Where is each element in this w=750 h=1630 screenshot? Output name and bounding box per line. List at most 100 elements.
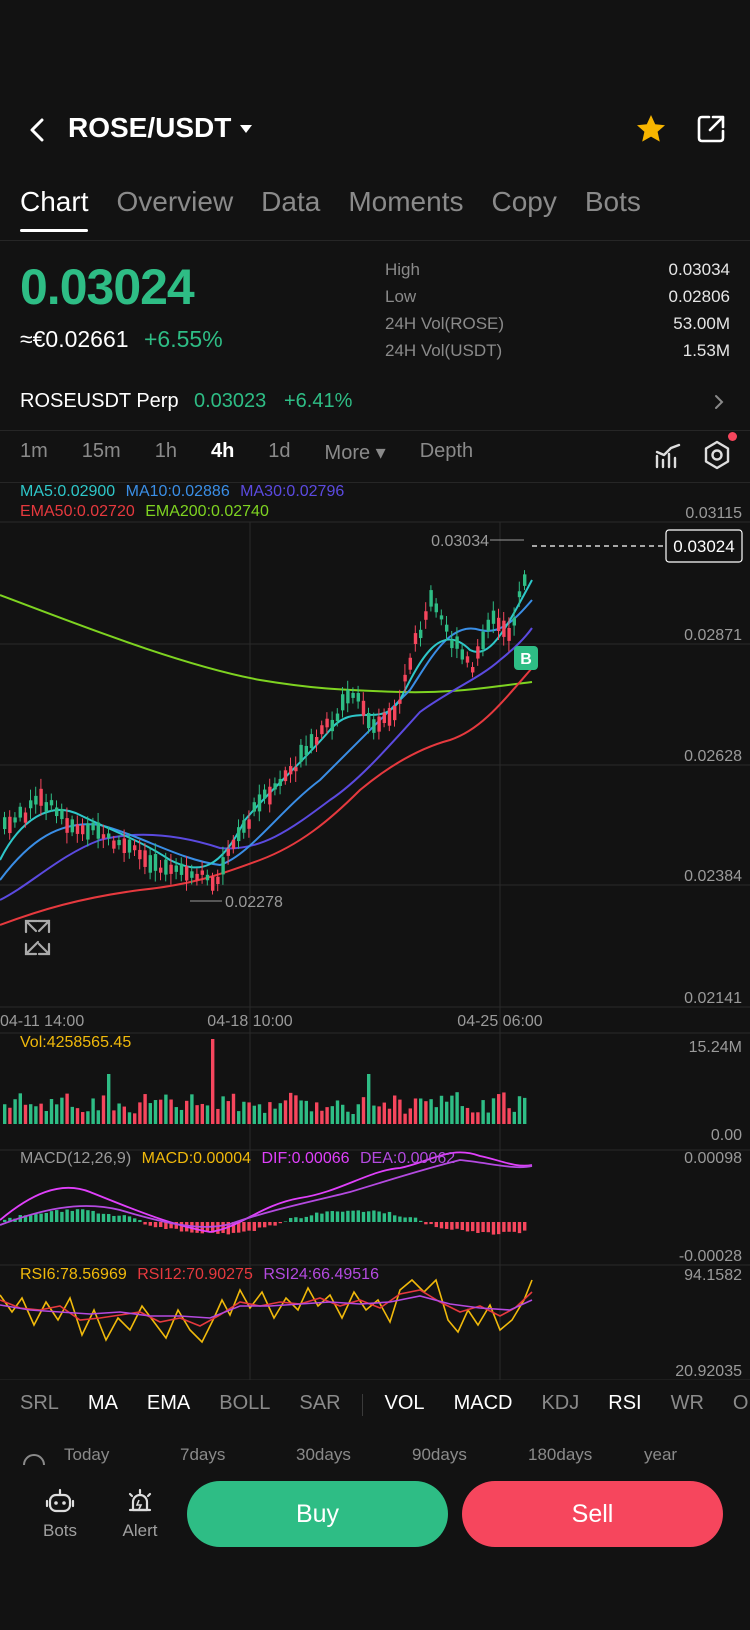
tab-overview[interactable]: Overview bbox=[116, 186, 233, 236]
volume-bar bbox=[174, 1107, 178, 1124]
rsi24-value: RSI24:66.49516 bbox=[263, 1266, 379, 1283]
alert-button[interactable]: Alert bbox=[114, 1488, 166, 1541]
ind-tab-separator bbox=[361, 1394, 363, 1416]
ind-tab-kdj[interactable]: KDJ bbox=[541, 1392, 579, 1426]
macd-bar bbox=[382, 1213, 386, 1222]
indicator-tabs: SRL MA EMA BOLL SAR VOL MACD KDJ RSI WR … bbox=[20, 1392, 750, 1426]
volume-bar bbox=[268, 1102, 272, 1124]
candle-body bbox=[65, 818, 69, 833]
tab-data[interactable]: Data bbox=[261, 186, 320, 236]
range-today[interactable]: Today bbox=[64, 1445, 109, 1465]
range-180days[interactable]: 180days bbox=[528, 1445, 592, 1465]
buy-button[interactable]: Buy bbox=[187, 1481, 448, 1547]
tab-copy[interactable]: Copy bbox=[491, 186, 556, 236]
stat-label: Low bbox=[385, 287, 417, 306]
macd-bar bbox=[403, 1217, 407, 1222]
volume-bar bbox=[419, 1098, 423, 1124]
volume-bar bbox=[465, 1107, 470, 1124]
ind-tab-ema[interactable]: EMA bbox=[147, 1392, 190, 1426]
current-price-tag-label: 0.03024 bbox=[673, 537, 734, 556]
share-icon[interactable] bbox=[694, 112, 728, 146]
candle-body bbox=[289, 766, 293, 775]
volume-bar bbox=[247, 1102, 251, 1124]
macd-bar bbox=[107, 1214, 111, 1222]
ind-tab-srl[interactable]: SRL bbox=[20, 1392, 59, 1426]
depth-tab[interactable]: Depth bbox=[420, 440, 473, 480]
interval-more[interactable]: More ▾ bbox=[325, 440, 386, 480]
volume-bar bbox=[351, 1113, 355, 1124]
stat-row-vol-rose: 24H Vol(ROSE) 53.00M bbox=[385, 314, 730, 341]
chart-settings-icon[interactable] bbox=[702, 440, 732, 470]
macd-bar bbox=[465, 1222, 470, 1232]
y-tick: 0.02628 bbox=[684, 748, 742, 765]
volume-bar bbox=[49, 1099, 54, 1124]
candle-body bbox=[247, 819, 251, 829]
volume-bar bbox=[13, 1099, 17, 1124]
macd-bar bbox=[3, 1219, 7, 1222]
ind-tab-wr[interactable]: WR bbox=[671, 1392, 704, 1426]
interval-1m[interactable]: 1m bbox=[20, 440, 48, 480]
ind-tab-ob[interactable]: OB bbox=[733, 1392, 750, 1426]
price-chart[interactable]: 0.03115 0.02871 0.02628 0.02384 0.02141 … bbox=[0, 480, 750, 1380]
tab-moments[interactable]: Moments bbox=[348, 186, 463, 236]
interval-1h[interactable]: 1h bbox=[155, 440, 177, 480]
pair-title[interactable]: ROSE/USDT bbox=[68, 112, 231, 144]
stat-row-vol-usdt: 24H Vol(USDT) 1.53M bbox=[385, 341, 730, 368]
macd-bar bbox=[153, 1222, 158, 1228]
favorite-star-icon[interactable] bbox=[634, 112, 668, 146]
volume-bar bbox=[372, 1105, 376, 1124]
ind-tab-ma[interactable]: MA bbox=[88, 1392, 118, 1426]
perp-divider bbox=[0, 430, 750, 431]
candle-body bbox=[398, 699, 402, 704]
caret-down-icon[interactable] bbox=[238, 122, 254, 136]
volume-bar bbox=[8, 1107, 12, 1124]
macd-bar bbox=[55, 1210, 59, 1222]
tab-chart[interactable]: Chart bbox=[20, 186, 89, 236]
ind-tab-rsi[interactable]: RSI bbox=[608, 1392, 641, 1426]
indicator-chart-icon[interactable] bbox=[654, 442, 682, 470]
volume-bar bbox=[75, 1108, 80, 1124]
macd-bar bbox=[377, 1211, 381, 1222]
range-7days[interactable]: 7days bbox=[180, 1445, 225, 1465]
volume-bar bbox=[476, 1112, 480, 1124]
fullscreen-expand-icon[interactable] bbox=[24, 919, 51, 956]
bots-button[interactable]: Bots bbox=[34, 1488, 86, 1541]
volume-bar bbox=[200, 1103, 204, 1124]
interval-1d[interactable]: 1d bbox=[268, 440, 290, 480]
ind-tab-boll[interactable]: BOLL bbox=[219, 1392, 270, 1426]
range-year[interactable]: year bbox=[644, 1445, 677, 1465]
tab-bots[interactable]: Bots bbox=[585, 186, 641, 236]
macd-bar bbox=[413, 1217, 418, 1222]
volume-bar bbox=[29, 1104, 33, 1124]
candle-body bbox=[382, 712, 386, 723]
ind-tab-macd[interactable]: MACD bbox=[454, 1392, 513, 1426]
candle-body bbox=[497, 617, 501, 632]
back-arrow-icon[interactable] bbox=[24, 116, 52, 144]
volume-bar bbox=[341, 1104, 345, 1124]
volume-bar bbox=[346, 1111, 350, 1124]
candle-body bbox=[29, 800, 33, 809]
range-30days[interactable]: 30days bbox=[296, 1445, 351, 1465]
ind-tab-vol[interactable]: VOL bbox=[385, 1392, 425, 1426]
range-90days[interactable]: 90days bbox=[412, 1445, 467, 1465]
interval-15m[interactable]: 15m bbox=[82, 440, 121, 480]
candle-body bbox=[341, 694, 345, 711]
sell-button[interactable]: Sell bbox=[462, 1481, 723, 1547]
candle-body bbox=[465, 656, 470, 663]
interval-4h[interactable]: 4h bbox=[211, 440, 234, 480]
perp-link-row[interactable]: ROSEUSDT Perp 0.03023 +6.41% bbox=[20, 388, 730, 418]
volume-bar bbox=[179, 1109, 184, 1124]
macd-bar bbox=[283, 1221, 288, 1222]
volume-bar bbox=[481, 1100, 485, 1124]
volume-bar bbox=[237, 1111, 241, 1124]
volume-bar bbox=[294, 1095, 298, 1124]
volume-bar bbox=[127, 1112, 132, 1124]
ind-tab-sar[interactable]: SAR bbox=[299, 1392, 340, 1426]
macd-bar bbox=[273, 1222, 277, 1226]
candle-body bbox=[205, 874, 210, 881]
volume-bar bbox=[112, 1110, 116, 1124]
rsi-axis-bottom: 20.92035 bbox=[675, 1363, 742, 1380]
y-tick: 0.03115 bbox=[685, 505, 742, 522]
candle-body bbox=[372, 719, 376, 733]
macd-bar bbox=[294, 1217, 298, 1222]
